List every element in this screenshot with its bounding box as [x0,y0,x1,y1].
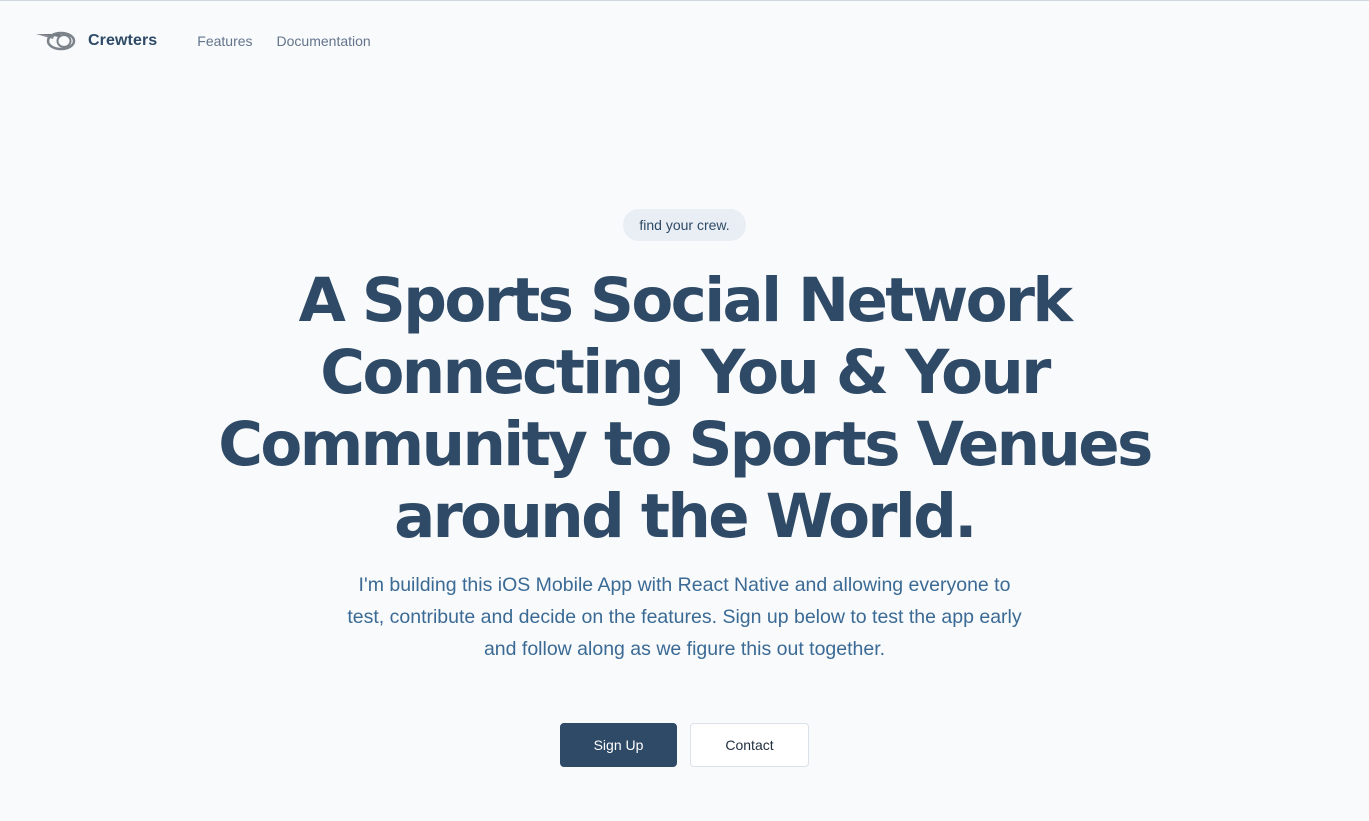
site-header: Crewters Features Documentation [0,1,1369,81]
hero-headline: A Sports Social Network Connecting You &… [218,265,1153,552]
tagline-badge: find your crew. [623,209,746,241]
hero-section: find your crew. A Sports Social Network … [0,209,1369,767]
goggles-logo-icon [36,31,76,51]
contact-button[interactable]: Contact [690,723,809,767]
brand-home-link[interactable]: Crewters [35,30,157,52]
nav-link-features[interactable]: Features [197,33,252,49]
brand-name: Crewters [88,32,158,49]
cta-group: Sign Up Contact [560,723,809,767]
main-nav: Features Documentation [197,33,394,49]
sign-up-button[interactable]: Sign Up [560,723,677,767]
hero-description: I'm building this iOS Mobile App with Re… [347,574,1022,660]
nav-link-documentation[interactable]: Documentation [277,33,371,49]
